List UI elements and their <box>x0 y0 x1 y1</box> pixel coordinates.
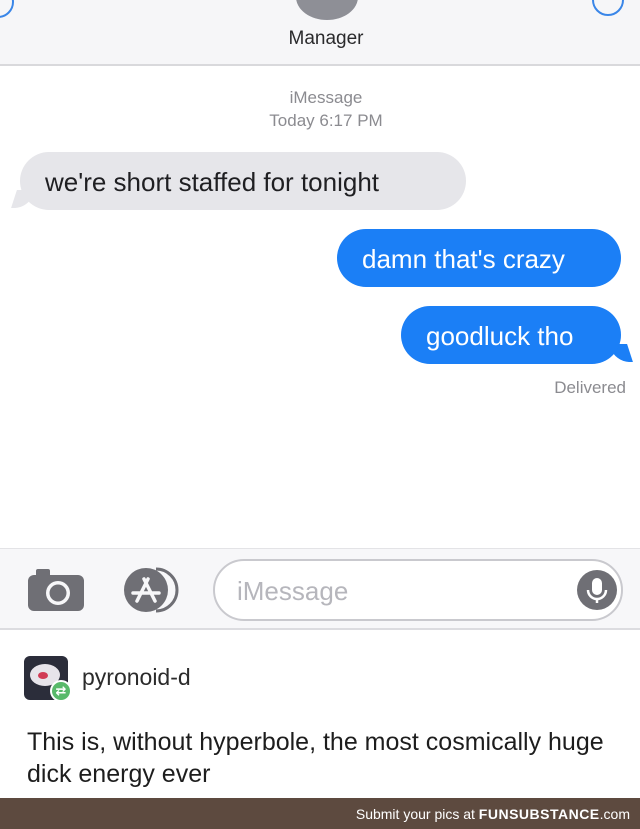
footer-text: Submit your pics at FUNSUBSTANCE.com <box>356 806 630 822</box>
outgoing-message-bubble[interactable]: goodluck tho <box>401 306 621 364</box>
conversation-header: Manager <box>0 0 640 66</box>
message-input[interactable] <box>237 573 557 609</box>
app-store-icon[interactable] <box>120 566 184 614</box>
footer-prefix: Submit your pics at <box>355 806 479 822</box>
message-timestamp: Today 6:17 PM <box>269 111 383 130</box>
contact-name[interactable]: Manager <box>0 28 640 50</box>
outgoing-message-bubble[interactable]: damn that's crazy <box>337 229 621 287</box>
username-link[interactable]: pyronoid-d <box>82 664 191 691</box>
reblog-icon: ⇄ <box>50 680 72 702</box>
footer-brand: FUNSUBSTANCE <box>478 806 600 822</box>
footer-bar: Submit your pics at FUNSUBSTANCE.com <box>0 798 640 829</box>
message-thread: iMessage Today 6:17 PM we're short staff… <box>0 68 640 628</box>
compose-bar <box>0 548 640 630</box>
reblog-comment: ⇄ pyronoid-d This is, without hyperbole,… <box>0 632 640 798</box>
camera-icon[interactable] <box>26 567 86 613</box>
microphone-icon[interactable] <box>577 570 617 610</box>
back-icon[interactable] <box>0 0 14 18</box>
incoming-message-bubble[interactable]: we're short staffed for tonight <box>20 152 466 210</box>
message-input-field[interactable] <box>213 559 623 621</box>
delivery-status: Delivered <box>554 378 626 397</box>
footer-brand-suffix: .com <box>599 806 630 822</box>
info-icon[interactable] <box>592 0 624 16</box>
avatar-mark <box>38 672 48 679</box>
contact-avatar[interactable] <box>296 0 358 20</box>
service-label: iMessage <box>289 88 363 107</box>
comment-text: This is, without hyperbole, the most cos… <box>27 728 604 788</box>
